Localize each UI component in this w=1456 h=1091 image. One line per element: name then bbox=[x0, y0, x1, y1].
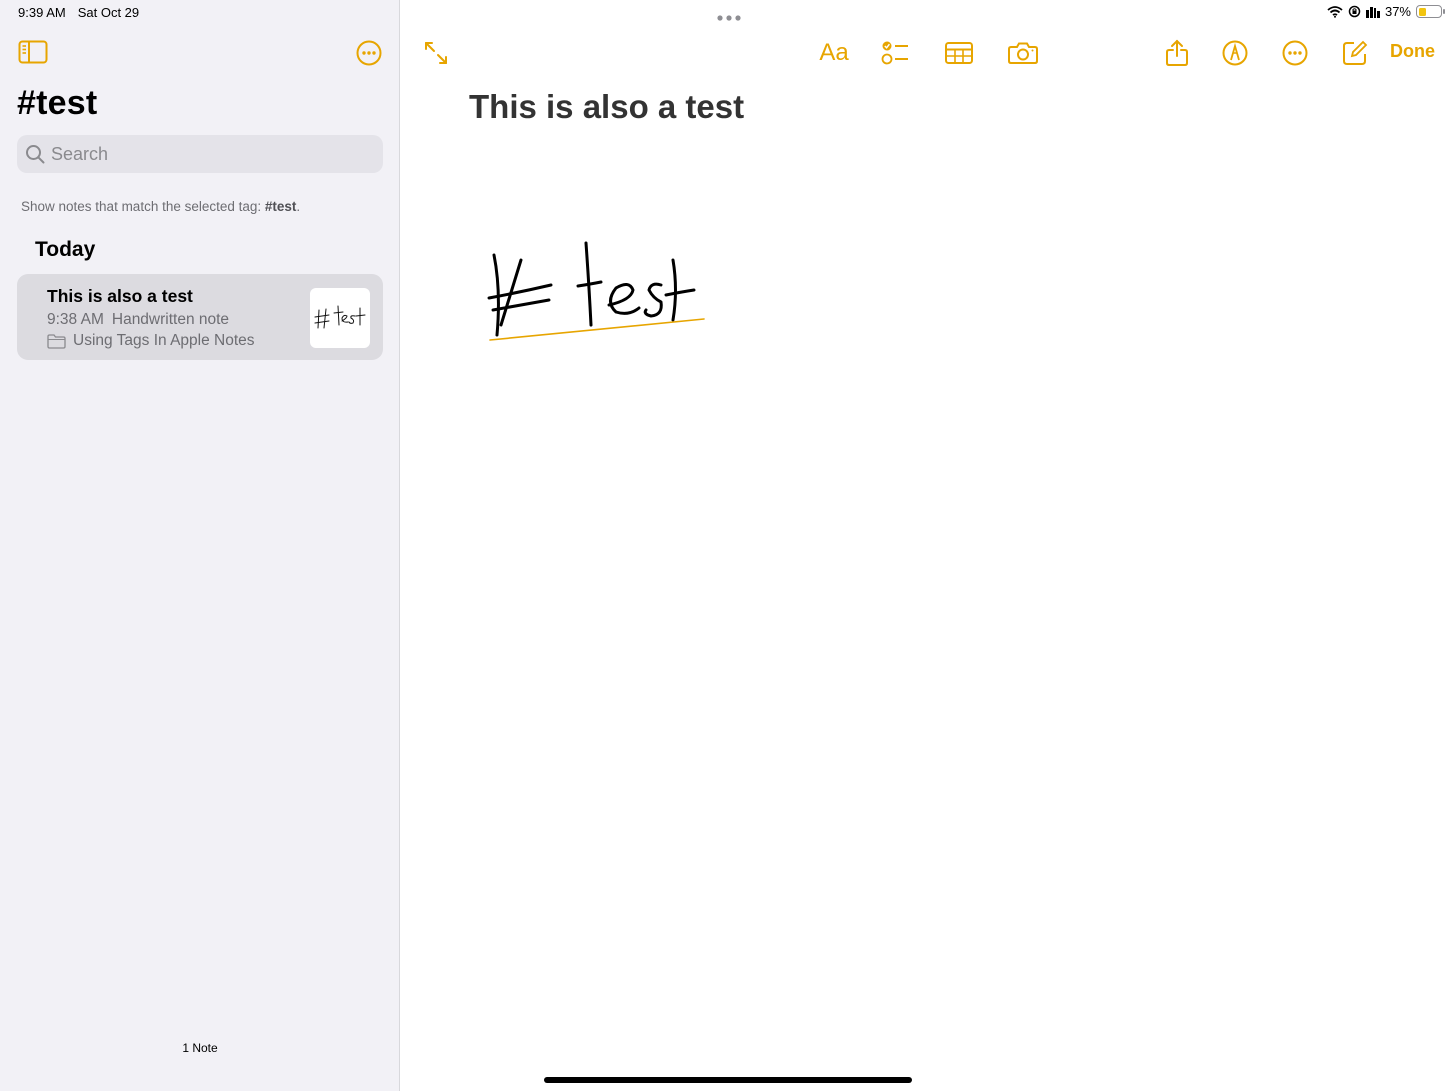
status-bar-right: 37% bbox=[1327, 4, 1445, 19]
search-icon bbox=[26, 145, 45, 164]
tag-underline bbox=[489, 318, 705, 341]
note-item-folder: Using Tags In Apple Notes bbox=[47, 332, 255, 350]
note-editor: 37% Aa Done This is also a test bbox=[401, 0, 1456, 1091]
status-date: Sat Oct 29 bbox=[77, 5, 140, 20]
sidebar: 9:39 AM Sat Oct 29 #test Search Show not… bbox=[0, 0, 400, 1091]
checklist-icon[interactable] bbox=[880, 38, 910, 68]
note-item-time: 9:38 AM bbox=[47, 311, 104, 328]
home-indicator[interactable] bbox=[544, 1077, 912, 1083]
expand-icon[interactable] bbox=[421, 38, 451, 68]
handwriting-drawing[interactable] bbox=[481, 230, 721, 355]
tag-hint-suffix: . bbox=[296, 199, 301, 214]
signal-icon bbox=[1365, 6, 1380, 18]
note-title[interactable]: This is also a test bbox=[469, 88, 744, 126]
wifi-icon bbox=[1327, 5, 1343, 18]
table-icon[interactable] bbox=[944, 38, 974, 68]
note-list-item[interactable]: This is also a test 9:38 AM Handwritten n… bbox=[17, 274, 383, 360]
note-item-meta: 9:38 AM Handwritten note bbox=[47, 311, 229, 329]
battery-icon bbox=[1416, 5, 1445, 18]
tag-filter-hint: Show notes that match the selected tag: … bbox=[21, 199, 300, 214]
multitasking-menu-icon[interactable] bbox=[716, 9, 742, 21]
notes-app: 9:39 AM Sat Oct 29 #test Search Show not… bbox=[0, 0, 1456, 1091]
search-field[interactable] bbox=[17, 135, 383, 173]
folder-icon bbox=[47, 333, 66, 349]
compose-icon[interactable] bbox=[1341, 38, 1369, 68]
tag-title: #test bbox=[17, 84, 98, 122]
markup-icon[interactable] bbox=[1221, 38, 1249, 68]
sidebar-toggle-icon[interactable] bbox=[18, 40, 48, 64]
status-time: 9:39 AM bbox=[18, 5, 66, 20]
note-count: 1 Note bbox=[182, 1041, 218, 1055]
search-input[interactable] bbox=[51, 143, 351, 165]
orientation-lock-icon bbox=[1348, 5, 1361, 18]
battery-level bbox=[1418, 7, 1427, 16]
tag-hint-prefix: Show notes that match the selected tag: bbox=[21, 199, 265, 214]
format-icon[interactable]: Aa bbox=[817, 38, 851, 68]
format-label: Aa bbox=[819, 39, 849, 66]
section-header-today: Today bbox=[35, 238, 96, 261]
note-thumbnail bbox=[310, 288, 370, 348]
camera-icon[interactable] bbox=[1007, 38, 1039, 68]
note-item-title: This is also a test bbox=[47, 286, 193, 306]
note-item-kind: Handwritten note bbox=[111, 311, 230, 328]
sidebar-more-icon[interactable] bbox=[356, 40, 382, 66]
battery-percent: 37% bbox=[1384, 4, 1411, 19]
more-icon[interactable] bbox=[1281, 38, 1309, 68]
tag-hint-tag[interactable]: #test bbox=[265, 199, 297, 214]
share-icon[interactable] bbox=[1164, 38, 1190, 68]
done-button[interactable]: Done bbox=[1390, 41, 1435, 62]
status-bar-left: 9:39 AM Sat Oct 29 bbox=[18, 5, 139, 20]
note-item-folder-name: Using Tags In Apple Notes bbox=[73, 332, 255, 349]
handwriting-thumbnail bbox=[314, 305, 366, 329]
